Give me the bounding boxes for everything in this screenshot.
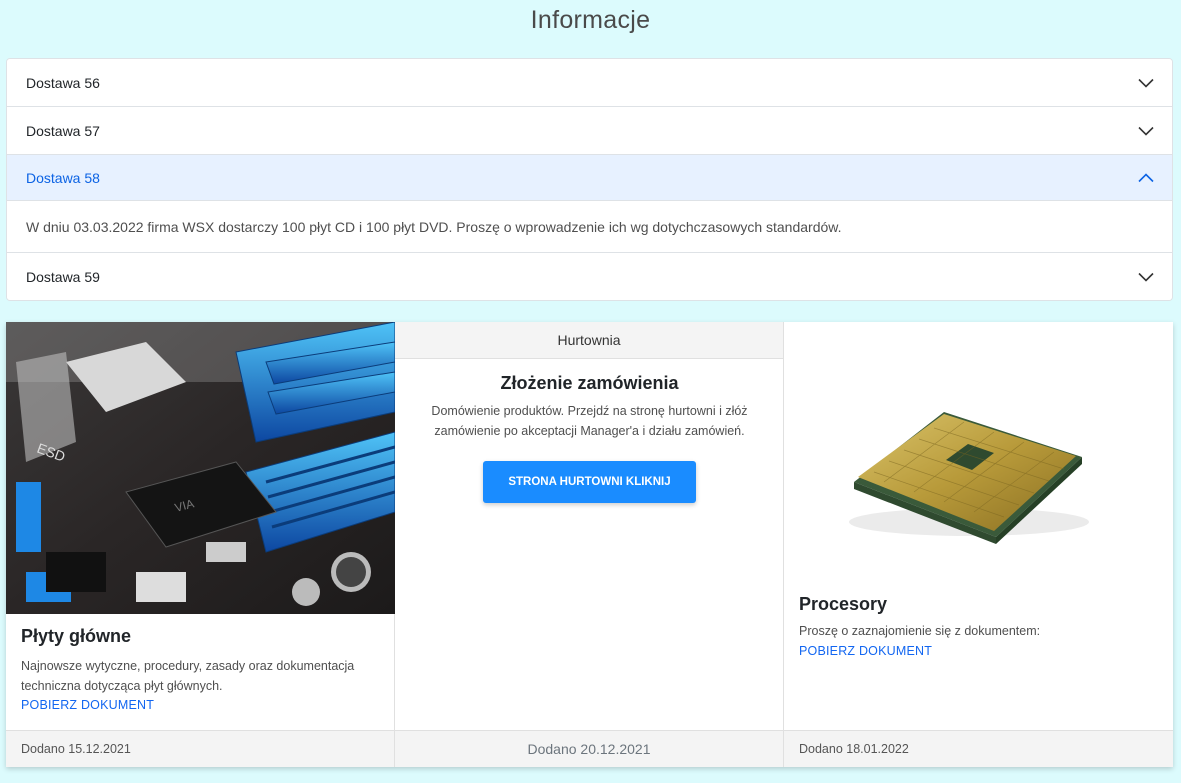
download-document-link[interactable]: POBIERZ DOKUMENT [21,698,154,712]
card-motherboards: VIA ESD Płyty główne Najnowsze wytyczne,… [6,322,395,767]
card-processors: Procesory Proszę o zaznajomienie się z d… [784,322,1173,767]
date-added: Dodano 15.12.2021 [21,742,131,756]
date-added: Dodano 20.12.2021 [527,741,651,757]
chevron-down-icon [1138,269,1154,285]
chevron-down-icon [1138,123,1154,139]
accordion-label: Dostawa 59 [26,269,100,285]
accordion-header-dostawa-59[interactable]: Dostawa 59 [7,253,1172,300]
accordion-header-dostawa-57[interactable]: Dostawa 57 [7,107,1172,155]
wholesale-page-button[interactable]: STRONA HURTOWNI KLIKNIJ [483,461,696,503]
card-text: Proszę o zaznajomienie się z dokumentem: [799,624,1041,638]
card-footer: Dodano 20.12.2021 [395,730,783,767]
card-text-line-1: Domówienie produktów. Przejdź na stronę … [431,404,748,418]
card-title: Procesory [799,594,888,614]
download-document-link[interactable]: POBIERZ DOKUMENT [799,644,932,658]
card-wholesale: Hurtownia Złożenie zamówienia Domówienie… [395,322,784,767]
accordion-body-text: W dniu 03.03.2022 firma WSX dostarczy 10… [26,218,842,235]
card-title: Złożenie zamówienia [500,373,679,393]
card-footer: Dodano 18.01.2022 [784,730,1173,767]
page-title: Informacje [530,6,651,34]
date-added: Dodano 18.01.2022 [799,742,909,756]
chevron-down-icon [1138,75,1154,91]
motherboard-image: VIA ESD [6,322,395,614]
card-text: Najnowsze wytyczne, procedury, zasady or… [21,659,355,693]
card-text-line-2: zamówienie po akceptacji Manager'a i dzi… [434,424,745,438]
accordion-label: Dostawa 56 [26,74,100,91]
accordion-label: Dostawa 57 [26,122,100,139]
card-header: Hurtownia [395,322,783,359]
accordion: Dostawa 56 Dostawa 57 Dostawa 58 W dniu … [6,58,1173,301]
chevron-up-icon [1138,170,1154,186]
accordion-header-dostawa-58[interactable]: Dostawa 58 [7,155,1172,201]
cards-group: VIA ESD Płyty główne Najnowsze wytyczne,… [6,322,1173,767]
cpu-image [784,322,1173,572]
accordion-label: Dostawa 58 [26,169,100,186]
card-footer: Dodano 15.12.2021 [6,730,394,767]
card-title: Płyty główne [21,626,132,646]
card-header-label: Hurtownia [557,332,621,348]
accordion-body-dostawa-58: W dniu 03.03.2022 firma WSX dostarczy 10… [7,201,1172,253]
accordion-header-dostawa-56[interactable]: Dostawa 56 [7,59,1172,107]
